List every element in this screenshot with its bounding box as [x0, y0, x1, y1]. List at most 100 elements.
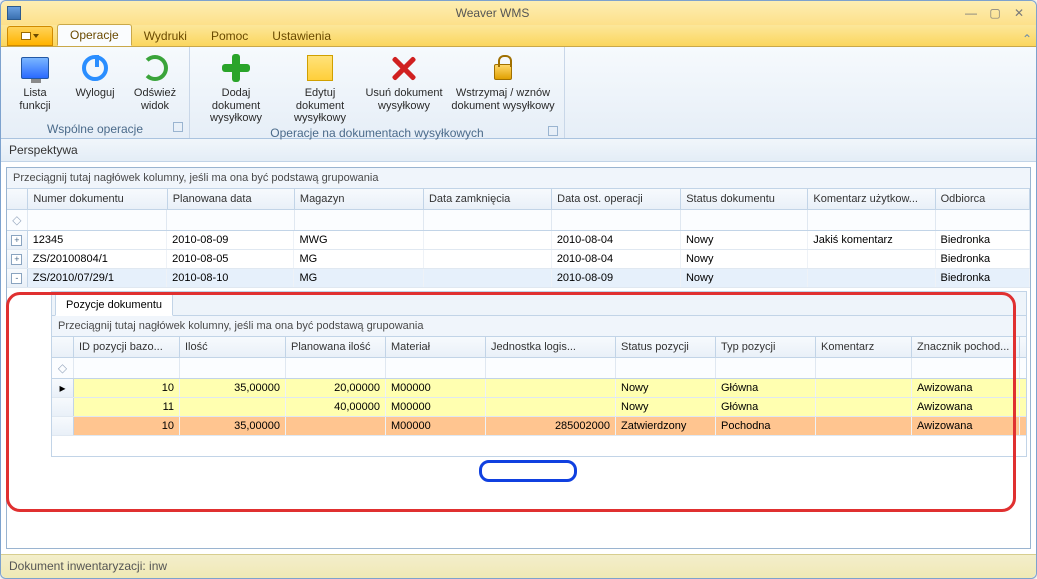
col-numer[interactable]: Numer dokumentu [28, 189, 167, 209]
cell: Biedronka [936, 231, 1030, 249]
col-magazyn[interactable]: Magazyn [295, 189, 424, 209]
cell: Nowy [616, 398, 716, 416]
col-komentarz[interactable]: Komentarz użytkow... [808, 189, 935, 209]
col-ost-operacji[interactable]: Data ost. operacji [552, 189, 681, 209]
ribbon: Lista funkcji Wyloguj Odśwież widok Wspó… [1, 47, 1036, 139]
dodaj-dokument-button[interactable]: Dodaj dokument wysyłkowy [196, 49, 276, 125]
minimize-button[interactable]: — [960, 5, 982, 21]
detail-tab-label: Pozycje dokumentu [55, 294, 173, 316]
cell: M00000 [386, 379, 486, 397]
dcol-komentarz[interactable]: Komentarz [816, 337, 912, 357]
cell: Awizowana [912, 379, 1020, 397]
cell: Biedronka [936, 250, 1030, 268]
expand-icon[interactable]: + [11, 235, 22, 246]
statusbar: Dokument inwentaryzacji: inw [1, 554, 1036, 578]
edit-icon [307, 55, 333, 81]
table-row[interactable]: +ZS/20100804/12010-08-05MG2010-08-04Nowy… [7, 250, 1030, 269]
ribbon-collapse-icon[interactable]: ⌃ [1018, 28, 1036, 46]
cell [816, 417, 912, 435]
ribbon-tabs: Operacje Wydruki Pomoc Ustawienia ⌃ [1, 25, 1036, 47]
file-menu-tab[interactable] [7, 26, 53, 46]
cell [816, 398, 912, 416]
cell: 2010-08-09 [167, 231, 294, 249]
cell: 2010-08-04 [552, 250, 681, 268]
detail-tab[interactable]: Pozycje dokumentu [52, 292, 1026, 316]
delete-icon [391, 55, 417, 81]
table-row[interactable]: 11 40,00000M00000 NowyGłówna Awizowana [52, 398, 1026, 417]
dcol-jednostka[interactable]: Jednostka logis... [486, 337, 616, 357]
cell: ZS/2010/07/29/1 [28, 269, 167, 287]
perspective-label: Perspektywa [1, 139, 1036, 162]
col-planowana[interactable]: Planowana data [168, 189, 295, 209]
table-row[interactable]: ▸1035,0000020,00000M00000NowyGłównaAwizo… [52, 379, 1026, 398]
cell [424, 269, 552, 287]
tab-pomoc[interactable]: Pomoc [199, 26, 260, 46]
col-odbiorca[interactable]: Odbiorca [936, 189, 1030, 209]
dcol-typ[interactable]: Typ pozycji [716, 337, 816, 357]
expand-icon[interactable]: - [11, 273, 22, 284]
expand-icon[interactable]: + [11, 254, 22, 265]
group-title-wspolne: Wspólne operacje [7, 121, 183, 138]
cell [424, 231, 552, 249]
cell: Nowy [681, 231, 808, 249]
table-row[interactable]: 1035,00000M00000285002000ZatwierdzonyPoc… [52, 417, 1026, 436]
col-status[interactable]: Status dokumentu [681, 189, 808, 209]
edytuj-dokument-button[interactable]: Edytuj dokument wysyłkowy [280, 49, 360, 125]
dcol-id[interactable]: ID pozycji bazo... [74, 337, 180, 357]
cell: 40,00000 [286, 398, 386, 416]
cell: Biedronka [936, 269, 1030, 287]
cell: Awizowana [912, 417, 1020, 435]
table-row[interactable]: +123452010-08-09MWG2010-08-04NowyJakiś k… [7, 231, 1030, 250]
detail-header-row: ID pozycji bazo... Ilość Planowana ilość… [52, 337, 1026, 358]
cell: 10 [74, 417, 180, 435]
plus-icon [222, 54, 250, 82]
lista-funkcji-button[interactable]: Lista funkcji [7, 49, 63, 112]
dcol-ilosc[interactable]: Ilość [180, 337, 286, 357]
cell [180, 398, 286, 416]
maximize-button[interactable]: ▢ [984, 5, 1006, 21]
row-indicator: ▸ [52, 379, 74, 397]
filter-icon: ◇ [52, 358, 74, 378]
dcol-material[interactable]: Materiał [386, 337, 486, 357]
cell: Awizowana [912, 398, 1020, 416]
row-indicator [52, 417, 74, 435]
cell [808, 250, 935, 268]
usun-dokument-button[interactable]: Usuń dokument wysyłkowy [364, 49, 444, 112]
col-zamkniecia[interactable]: Data zamknięcia [424, 189, 552, 209]
tab-wydruki[interactable]: Wydruki [132, 26, 199, 46]
lock-icon [494, 64, 512, 80]
odswiez-button[interactable]: Odśwież widok [127, 49, 183, 112]
detail-panel: Pozycje dokumentu Przeciągnij tutaj nagł… [51, 291, 1027, 457]
app-icon [7, 6, 21, 20]
detail-group-bar[interactable]: Przeciągnij tutaj nagłówek kolumny, jeśl… [52, 316, 1026, 337]
dcol-status[interactable]: Status pozycji [616, 337, 716, 357]
cell [808, 269, 935, 287]
cell: Pochodna [716, 417, 816, 435]
dcol-znacznik[interactable]: Znacznik pochod... [912, 337, 1020, 357]
wstrzymaj-dokument-button[interactable]: Wstrzymaj / wznów dokument wysyłkowy [448, 49, 558, 112]
group-by-bar[interactable]: Przeciągnij tutaj nagłówek kolumny, jeśl… [7, 168, 1030, 189]
wyloguj-button[interactable]: Wyloguj [67, 49, 123, 100]
window-title: Weaver WMS [27, 6, 958, 20]
filter-row[interactable]: ◇ [7, 210, 1030, 231]
cell: 20,00000 [286, 379, 386, 397]
cell: MG [294, 250, 423, 268]
titlebar: Weaver WMS — ▢ ✕ [1, 1, 1036, 25]
group-launcher-icon[interactable] [173, 122, 183, 132]
dcol-planowana[interactable]: Planowana ilość [286, 337, 386, 357]
close-button[interactable]: ✕ [1008, 5, 1030, 21]
cell: 11 [74, 398, 180, 416]
monitor-icon [21, 57, 49, 79]
cell: MWG [294, 231, 423, 249]
refresh-icon [142, 55, 168, 81]
group-launcher-icon[interactable] [548, 126, 558, 136]
main-header-row: Numer dokumentu Planowana data Magazyn D… [7, 189, 1030, 210]
cell: Nowy [616, 379, 716, 397]
tab-operacje[interactable]: Operacje [57, 24, 132, 46]
tab-ustawienia[interactable]: Ustawienia [260, 26, 343, 46]
detail-filter-row[interactable]: ◇ [52, 358, 1026, 379]
cell: Główna [716, 398, 816, 416]
filter-icon: ◇ [7, 210, 28, 230]
cell: M00000 [386, 398, 486, 416]
table-row[interactable]: -ZS/2010/07/29/12010-08-10MG2010-08-09No… [7, 269, 1030, 288]
